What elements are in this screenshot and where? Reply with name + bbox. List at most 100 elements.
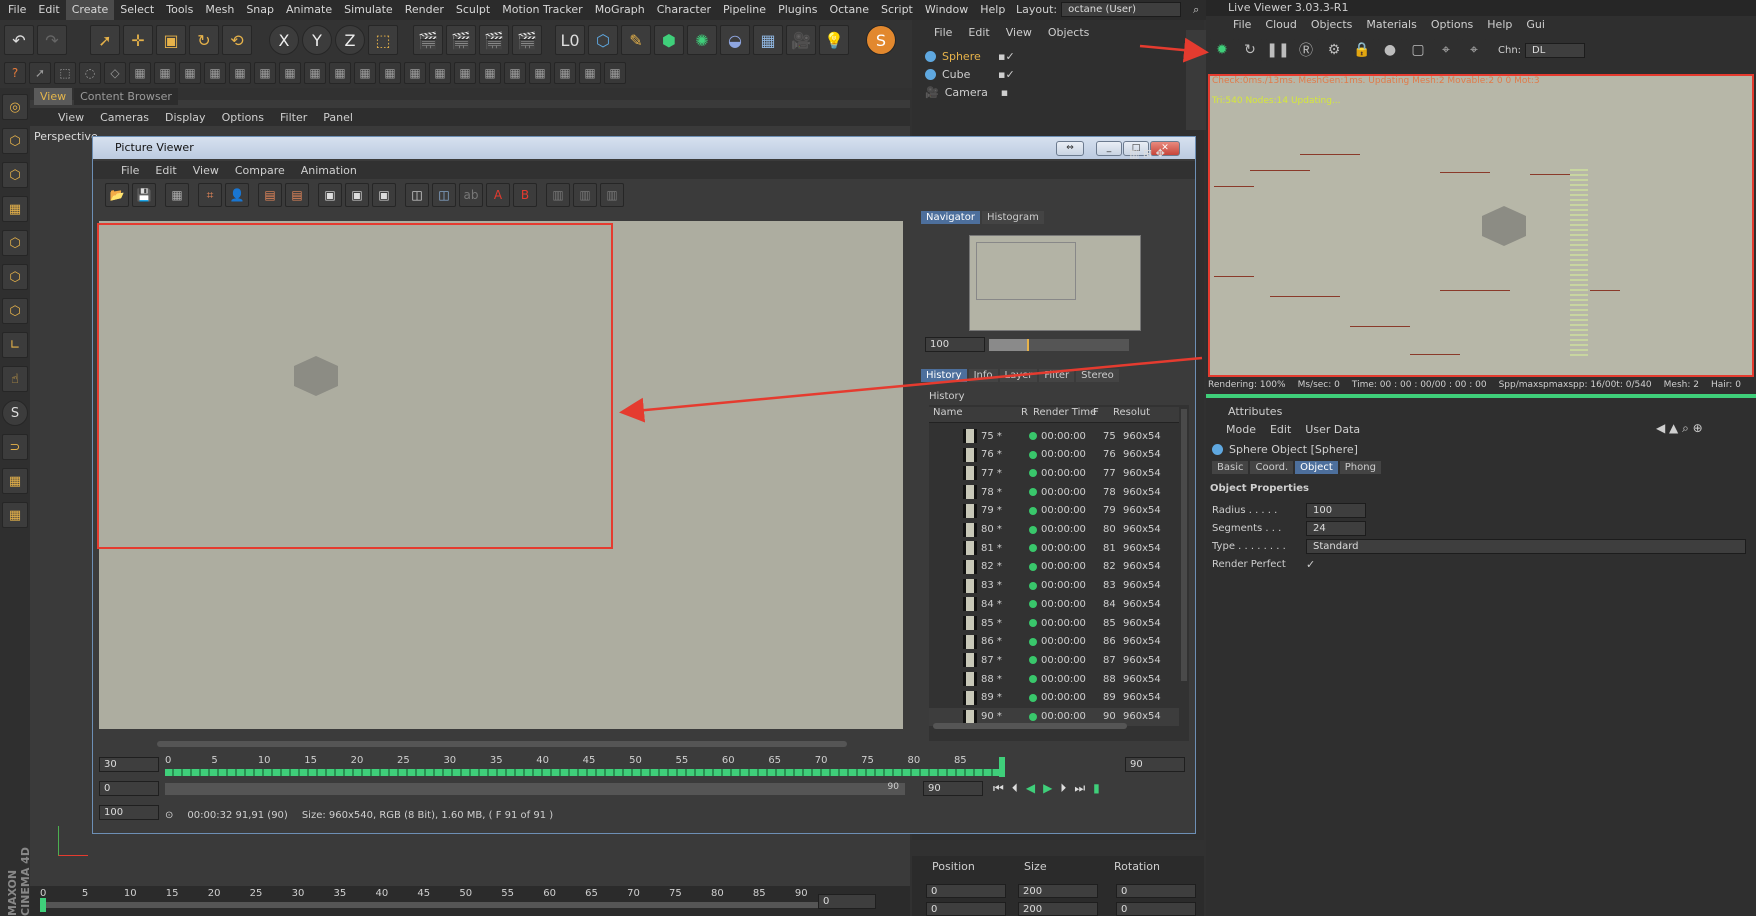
user-icon[interactable]: 👤 xyxy=(225,183,249,207)
open-file-icon[interactable]: 📂 xyxy=(105,183,129,207)
grid-tool-icon-20[interactable]: ▦ xyxy=(604,62,626,84)
split-view-icon[interactable]: ◫ xyxy=(432,183,456,207)
clay-mode-icon[interactable]: ▢ xyxy=(1406,38,1430,62)
pv-menu-compare[interactable]: Compare xyxy=(227,164,293,177)
menu-pipeline[interactable]: Pipeline xyxy=(717,0,772,20)
question-icon[interactable]: ? xyxy=(4,62,26,84)
grid-tool-icon-14[interactable]: ▦ xyxy=(454,62,476,84)
grid-tool-icon-7[interactable]: ▦ xyxy=(279,62,301,84)
visibility-icon[interactable]: ▪ xyxy=(1001,86,1008,99)
pv-menu-animation[interactable]: Animation xyxy=(293,164,365,177)
size-x-field[interactable]: 200 xyxy=(1018,884,1098,898)
menu-snap[interactable]: Snap xyxy=(240,0,280,20)
y-axis-icon[interactable]: Y xyxy=(302,25,332,55)
minimize-icon[interactable]: _ xyxy=(1096,141,1122,156)
om-menu-edit[interactable]: Edit xyxy=(960,26,997,39)
render-perfect-checkbox[interactable]: ✓ xyxy=(1306,558,1315,571)
timeline-playhead[interactable] xyxy=(40,898,46,912)
table-row[interactable]: 88 * 00:00:00 88 960x54 xyxy=(929,670,1179,688)
picture-viewer-titlebar[interactable]: Picture Viewer xyxy=(93,137,1195,159)
planar-workplane-icon[interactable]: ▦ xyxy=(2,502,28,528)
radius-field[interactable]: 100 xyxy=(1306,502,1366,518)
menu-motion-tracker[interactable]: Motion Tracker xyxy=(496,0,588,20)
history-h-scrollbar[interactable] xyxy=(933,723,1127,729)
polygons-mode-icon[interactable]: ⬡ xyxy=(2,298,28,324)
side-tabs[interactable] xyxy=(1186,30,1206,130)
set-b-icon[interactable]: B xyxy=(513,183,537,207)
position-x-field[interactable]: 0 xyxy=(926,884,1006,898)
render-picture-viewer-icon[interactable]: 🎬 xyxy=(446,25,476,55)
render-scene-icon[interactable]: ▣ xyxy=(372,183,396,207)
om-menu-file[interactable]: File xyxy=(926,26,960,39)
grid-tool-icon-3[interactable]: ▦ xyxy=(179,62,201,84)
lv-menu-objects[interactable]: Objects xyxy=(1304,18,1360,34)
attr-nav-icons[interactable]: ◀ ▲ ⌕ ⊕ xyxy=(1656,421,1703,436)
restart-render-icon[interactable]: ↻ xyxy=(1238,38,1262,62)
cloner-icon[interactable]: ✺ xyxy=(687,25,717,55)
lasso-select-icon[interactable]: ◌ xyxy=(79,62,101,84)
pick-focus-icon[interactable]: ⌖ xyxy=(1434,38,1458,62)
attr-menu-mode[interactable]: Mode xyxy=(1226,423,1256,436)
table-row[interactable]: 84 * 00:00:00 84 960x54 xyxy=(929,595,1179,613)
move-tool-icon[interactable]: ✛ xyxy=(123,25,153,55)
magnet-icon[interactable]: ⊃ xyxy=(2,434,28,460)
menu-plugins[interactable]: Plugins xyxy=(772,0,823,20)
script-s-icon[interactable]: S xyxy=(866,25,896,55)
table-row[interactable]: 87 * 00:00:00 87 960x54 xyxy=(929,651,1179,669)
render-interactive-icon[interactable]: ▣ xyxy=(345,183,369,207)
layout-dropdown[interactable]: octane (User) xyxy=(1061,2,1182,17)
menu-script[interactable]: Script xyxy=(875,0,919,20)
menu-file[interactable]: File xyxy=(2,0,32,20)
lv-menu-materials[interactable]: Materials xyxy=(1359,18,1423,34)
segments-field[interactable]: 24 xyxy=(1306,520,1366,536)
deformer-icon[interactable]: ◒ xyxy=(720,25,750,55)
size-y-field[interactable]: 200 xyxy=(1018,902,1098,916)
table-row[interactable]: 81 * 00:00:00 81 960x54 xyxy=(929,539,1179,557)
render-settings-icon[interactable]: 🎬 xyxy=(512,25,542,55)
vp-menu-options[interactable]: Options xyxy=(214,111,272,124)
lv-menu-gui[interactable]: Gui xyxy=(1519,18,1552,34)
pv-timeline[interactable]: 0 5 10 15 20 25 30 35 40 45 50 55 60 65 70 75 80 85 xyxy=(165,755,1005,777)
tab-basic[interactable]: Basic xyxy=(1212,461,1249,474)
tab-filter[interactable]: Filter xyxy=(1039,369,1075,382)
tab-object[interactable]: Object xyxy=(1295,461,1338,474)
vp-menu-panel[interactable]: Panel xyxy=(315,111,361,124)
scale-tool-icon[interactable]: ▣ xyxy=(156,25,186,55)
table-row[interactable]: 80 * 00:00:00 80 960x54 xyxy=(929,521,1179,539)
layout-2-icon[interactable]: ▥ xyxy=(573,183,597,207)
play-status-icon[interactable]: ⊙ xyxy=(165,810,173,821)
layout-1-icon[interactable]: ▥ xyxy=(546,183,570,207)
crop-icon[interactable]: ⌗ xyxy=(198,183,222,207)
table-row[interactable]: 83 * 00:00:00 83 960x54 xyxy=(929,577,1179,595)
pv-menu-view[interactable]: View xyxy=(185,164,227,177)
grid-tool-icon-5[interactable]: ▦ xyxy=(229,62,251,84)
search-icon[interactable]: ⌕ xyxy=(1193,3,1199,17)
attr-menu-user-data[interactable]: User Data xyxy=(1305,423,1360,436)
z-axis-icon[interactable]: Z xyxy=(335,25,365,55)
grid-tool-icon-12[interactable]: ▦ xyxy=(404,62,426,84)
pv-playhead[interactable] xyxy=(999,757,1005,777)
menu-simulate[interactable]: Simulate xyxy=(338,0,399,20)
tweak-mode-icon[interactable]: ☝ xyxy=(2,366,28,392)
prev-frame-icon[interactable]: ⏴ xyxy=(1012,781,1018,796)
grid-tool-icon-17[interactable]: ▦ xyxy=(529,62,551,84)
pen-spline-icon[interactable]: ✎ xyxy=(621,25,651,55)
grid-tool-icon-18[interactable]: ▦ xyxy=(554,62,576,84)
menu-octane[interactable]: Octane xyxy=(823,0,875,20)
texture-mode-icon[interactable]: ⬡ xyxy=(2,162,28,188)
grid-tool-icon-16[interactable]: ▦ xyxy=(504,62,526,84)
pv-range-slider[interactable]: 90 xyxy=(165,782,905,795)
attr-menu-edit[interactable]: Edit xyxy=(1270,423,1291,436)
lock-icon[interactable]: 🔒 xyxy=(1350,38,1374,62)
tab-layer[interactable]: Layer xyxy=(999,369,1038,382)
paste-layer-icon[interactable]: ▤ xyxy=(285,183,309,207)
menu-tools[interactable]: Tools xyxy=(160,0,199,20)
visibility-icon[interactable]: ▪✓ xyxy=(998,50,1015,63)
subdivision-icon[interactable]: ⬢ xyxy=(654,25,684,55)
grid-tool-icon-1[interactable]: ▦ xyxy=(129,62,151,84)
col-resolution[interactable]: Resolut xyxy=(1113,407,1150,418)
menu-window[interactable]: Window xyxy=(919,0,974,20)
copy-layer-icon[interactable]: ▤ xyxy=(258,183,282,207)
table-row[interactable]: 89 * 00:00:00 89 960x54 xyxy=(929,689,1179,707)
menu-mograph[interactable]: MoGraph xyxy=(589,0,651,20)
